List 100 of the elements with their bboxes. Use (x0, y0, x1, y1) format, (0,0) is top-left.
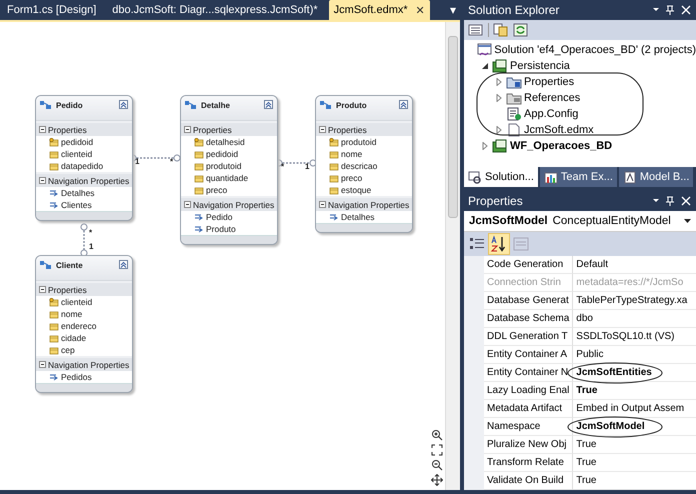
navigation-property-icon (194, 224, 204, 234)
panel-controls-icon[interactable] (652, 4, 692, 15)
collapse-icon[interactable] (119, 260, 128, 269)
property-name: nome (61, 309, 82, 319)
property-name: Transform Relate (484, 454, 574, 472)
navigation-property-icon (49, 188, 59, 198)
property-name: preco (206, 185, 228, 195)
property-name: produtoid (341, 137, 376, 147)
property-value[interactable]: Default (576, 259, 608, 270)
tree-item[interactable]: Properties (524, 76, 574, 88)
dropdown-arrow-icon[interactable] (684, 219, 691, 223)
property-name: preco (341, 173, 362, 183)
zoom-out-icon[interactable] (431, 459, 443, 471)
panel-tab[interactable]: Solution... (464, 167, 538, 188)
scroll-thumb[interactable] (448, 36, 458, 218)
entity-box[interactable]: Detalhe Properties detalhesid pedidoid produtoid quantidade preco Navigation Properties Pedido Produto (180, 95, 278, 245)
property-name: detalhesid (206, 137, 245, 147)
collapse-icon[interactable] (39, 286, 46, 293)
entity-name: Cliente (56, 260, 84, 270)
entity-name: Produto (336, 100, 368, 110)
collapse-icon[interactable] (319, 201, 326, 208)
collapse-icon[interactable] (184, 126, 191, 133)
property-name: pedidoid (61, 137, 94, 147)
collapse-icon[interactable] (119, 100, 128, 109)
show-all-files-icon[interactable] (493, 22, 509, 37)
section-header: Properties (193, 124, 232, 134)
tree-item[interactable]: References (524, 92, 580, 104)
collapse-icon[interactable] (264, 100, 273, 109)
entity-box[interactable]: Cliente Properties clienteid nome endereco cidade cep Navigation Properties Pedidos (35, 255, 133, 393)
navigation-property-icon (49, 200, 59, 210)
folder-icon (506, 74, 522, 89)
tree-item[interactable]: WF_Operacoes_BD (510, 140, 612, 152)
entity-box[interactable]: Produto Properties produtoid nome descricao preco estoque Navigation Properties Detalhes (315, 95, 413, 233)
property-name: DDL Generation T (484, 328, 574, 346)
navigation-property-name: Produto (206, 224, 236, 234)
collapse-icon[interactable] (39, 361, 46, 368)
zoom-in-icon[interactable] (431, 429, 443, 441)
property-value[interactable]: True (576, 385, 598, 396)
collapse-icon[interactable] (319, 126, 326, 133)
collapse-icon[interactable] (39, 126, 46, 133)
section-header: Properties (48, 284, 87, 294)
properties-window-icon[interactable] (468, 22, 484, 37)
property-name: nome (341, 149, 362, 159)
property-value[interactable]: TablePerTypeStrategy.xa (576, 295, 688, 306)
property-name: pedidoid (206, 149, 238, 159)
document-tab[interactable]: dbo.JcmSoft: Diagr...sqlexpress.JcmSoft)* (107, 0, 323, 20)
panel-tab[interactable]: Team Ex... (540, 167, 617, 188)
vertical-scrollbar[interactable] (445, 22, 460, 490)
document-tab[interactable]: JcmSoft.edmx* ✕ (328, 0, 430, 20)
refresh-icon[interactable] (513, 22, 529, 37)
panel-title: Solution Explorer (468, 2, 560, 17)
property-value[interactable]: True (576, 457, 596, 468)
tab-list-button[interactable]: ▾ (446, 0, 460, 20)
entity-icon (40, 260, 52, 270)
navigation-property-name: Pedidos (61, 372, 92, 382)
property-name: Entity Container A (484, 346, 574, 364)
tree-item[interactable]: JcmSoft.edmx (524, 124, 594, 136)
collapse-icon[interactable] (399, 100, 408, 109)
property-value[interactable]: Embed in Output Assem (576, 403, 684, 414)
property-value[interactable]: True (576, 475, 596, 486)
alphabetical-sort-icon[interactable] (489, 234, 509, 254)
section-header: Navigation Properties (193, 200, 274, 210)
panel-title: Properties (468, 194, 523, 208)
collapsed-arrow-icon[interactable] (495, 126, 503, 134)
tree-item[interactable]: Solution 'ef4_Operacoes_BD' (2 projects) (494, 44, 696, 56)
navigation-property-name: Clientes (61, 200, 92, 210)
property-name: clienteid (61, 297, 92, 307)
property-value[interactable]: SSDLToSQL10.tt (VS) (576, 331, 674, 342)
collapsed-arrow-icon[interactable] (481, 142, 489, 150)
navigation-property-icon (194, 212, 204, 222)
entity-name: Detalhe (201, 100, 231, 110)
close-icon[interactable]: ✕ (416, 4, 425, 16)
section-header: Navigation Properties (48, 176, 130, 186)
multiplicity-label: 1 (89, 242, 94, 251)
bar-chart-icon (544, 170, 558, 184)
multiplicity-label: * (281, 162, 284, 171)
collapsed-arrow-icon[interactable] (495, 94, 503, 102)
property-value[interactable]: Public (576, 349, 604, 360)
property-value[interactable]: dbo (576, 313, 593, 324)
entity-icon (40, 100, 52, 110)
file-icon (506, 122, 522, 137)
panel-tab[interactable]: Model B... (618, 167, 694, 188)
document-tab[interactable]: Form1.cs [Design] (2, 0, 102, 20)
collapse-icon[interactable] (184, 201, 191, 208)
zoom-to-fit-icon[interactable] (431, 444, 443, 456)
property-value[interactable]: True (576, 439, 596, 450)
navigation-property-name: Pedido (206, 212, 232, 222)
collapse-icon[interactable] (39, 177, 46, 184)
config-file-icon (506, 106, 522, 121)
property-name: quantidade (206, 173, 248, 183)
property-name: descricao (341, 161, 378, 171)
csharp-project-icon (492, 58, 508, 73)
tree-item[interactable]: Persistencia (510, 60, 570, 72)
pan-icon[interactable] (431, 474, 443, 486)
tree-item[interactable]: App.Config (524, 108, 578, 120)
navigation-property-icon (49, 372, 59, 382)
entity-box[interactable]: Pedido Properties pedidoid clienteid datapedido Navigation Properties Detalhes Clientes (35, 95, 133, 221)
panel-controls-icon[interactable] (652, 196, 692, 206)
collapsed-arrow-icon[interactable] (495, 78, 503, 86)
expanded-arrow-icon[interactable] (481, 62, 489, 70)
